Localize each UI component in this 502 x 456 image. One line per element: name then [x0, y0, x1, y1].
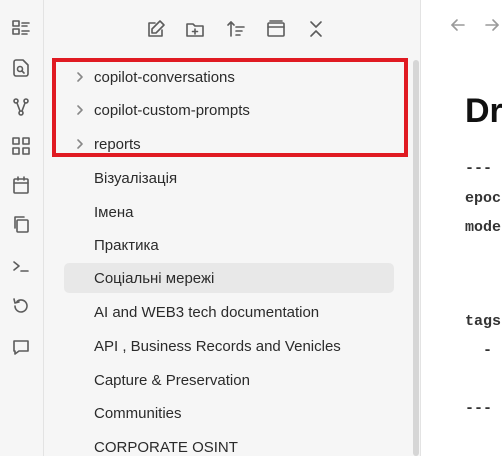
calendar-icon[interactable] [8, 172, 34, 198]
highlight-box [52, 58, 408, 157]
explorer-toolbar [44, 0, 420, 56]
file-item[interactable]: Імена [64, 197, 394, 227]
sort-icon[interactable] [224, 17, 248, 41]
file-item-active[interactable]: Соціальні мережі [64, 263, 394, 293]
frontmatter-line: - [465, 342, 493, 359]
tree-item-label: Імена [94, 203, 134, 221]
canvas-icon[interactable] [8, 133, 34, 159]
file-item[interactable]: Capture & Preservation [64, 365, 394, 395]
tree-item-label: CORPORATE OSINT [94, 438, 238, 456]
frontmatter-line: --- [465, 160, 493, 177]
file-item[interactable]: Communities [64, 398, 394, 428]
tree-item-label: API , Business Records and Venicles [94, 337, 341, 355]
collapse-all-icon[interactable] [304, 17, 328, 41]
tree-item-label: AI and WEB3 tech documentation [94, 303, 320, 321]
graph-icon[interactable] [8, 94, 34, 120]
frontmatter-line: mode [465, 219, 502, 236]
file-tree-icon[interactable] [8, 16, 34, 42]
tree-item-label: Соціальні мережі [94, 269, 215, 287]
editor-pane: Dr --- epoc mode tags - --- [420, 0, 502, 456]
new-note-icon[interactable] [144, 17, 168, 41]
tree-item-label: Практика [94, 236, 159, 254]
new-folder-icon[interactable] [183, 17, 207, 41]
search-icon[interactable] [8, 55, 34, 81]
comment-icon[interactable] [8, 334, 34, 360]
terminal-icon[interactable] [8, 253, 34, 279]
copy-icon[interactable] [8, 211, 34, 237]
tree-item-label: Communities [94, 404, 182, 422]
document-title: Dr [465, 92, 502, 130]
tree-item-label: Capture & Preservation [94, 371, 250, 389]
file-item[interactable]: API , Business Records and Venicles [64, 331, 394, 361]
tree-item-label: Візуалізація [94, 169, 178, 187]
frontmatter-line: epoc [465, 190, 502, 207]
file-item[interactable]: Практика [64, 230, 394, 260]
file-item[interactable]: CORPORATE OSINT [64, 432, 394, 456]
frontmatter-line: tags [465, 313, 502, 330]
scrollbar[interactable] [413, 60, 419, 456]
ribbon [0, 0, 44, 456]
file-item[interactable]: Візуалізація [64, 163, 394, 193]
back-arrow-icon[interactable] [447, 14, 469, 36]
auto-reveal-icon[interactable] [264, 17, 288, 41]
file-item[interactable]: AI and WEB3 tech documentation [64, 297, 394, 327]
frontmatter-line: --- [465, 400, 493, 417]
forward-arrow-icon[interactable] [481, 14, 502, 36]
history-icon[interactable] [8, 293, 34, 319]
